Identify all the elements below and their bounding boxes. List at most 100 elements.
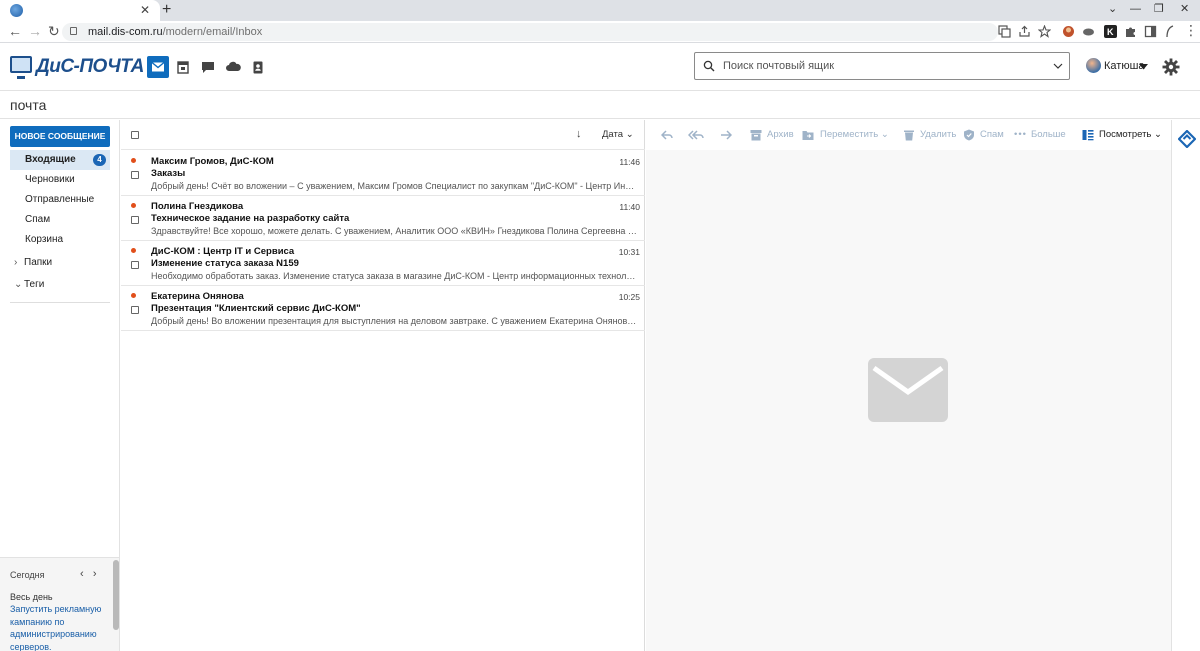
downloads-icon[interactable] — [1163, 25, 1176, 38]
sort-by-dropdown[interactable]: Дата ⌄ — [602, 129, 634, 140]
search-input[interactable] — [723, 57, 1043, 75]
delete-button[interactable]: Удалить — [920, 129, 956, 141]
tab-search-icon[interactable]: ⌄ — [1108, 2, 1117, 16]
chat-module-button[interactable] — [197, 56, 219, 78]
reply-all-icon[interactable] — [688, 129, 704, 141]
avatar[interactable] — [1086, 58, 1101, 73]
move-button[interactable]: Переместить ⌄ — [820, 129, 889, 141]
divider — [0, 118, 1200, 119]
sort-label: Дата — [602, 129, 624, 140]
forward-icon[interactable]: → — [28, 24, 42, 39]
view-layout-icon[interactable] — [1082, 129, 1094, 141]
message-subject: Изменение статуса заказа N159 — [151, 258, 299, 269]
message-subject: Заказы — [151, 168, 186, 179]
more-dots-icon[interactable]: ••• — [1014, 129, 1027, 141]
contacts-module-button[interactable] — [247, 56, 269, 78]
lock-icon — [70, 27, 77, 35]
svg-text:K: K — [1107, 27, 1114, 37]
message-subject: Техническое задание на разработку сайта — [151, 213, 350, 224]
reply-icon[interactable] — [661, 129, 673, 141]
cloud-module-button[interactable] — [222, 56, 244, 78]
extension-disk-icon[interactable] — [1082, 25, 1095, 38]
today-agenda-panel: Сегодня ‹ › Весь день Запустить рекламну… — [0, 557, 119, 651]
app-header: ДиС-ПОЧТА Катюша — [0, 44, 1200, 91]
sidebar-group-label: Папки — [24, 257, 53, 268]
prev-day-icon[interactable]: ‹ — [80, 568, 84, 580]
right-app-strip — [1171, 120, 1200, 651]
contacts-icon — [253, 61, 263, 74]
new-message-button[interactable]: НОВОЕ СООБЩЕНИЕ — [10, 126, 110, 147]
select-all-checkbox[interactable] — [131, 131, 139, 139]
view-dropdown[interactable]: Посмотреть ⌄ — [1099, 129, 1162, 141]
integration-app-icon[interactable] — [1178, 130, 1196, 148]
message-checkbox[interactable] — [131, 216, 139, 224]
minimize-icon[interactable]: — — [1130, 2, 1141, 16]
close-window-icon[interactable]: ✕ — [1180, 2, 1189, 16]
chevron-right-icon: › — [14, 257, 18, 268]
agenda-scrollbar[interactable] — [113, 560, 119, 630]
restore-icon[interactable]: ❐ — [1154, 2, 1164, 16]
message-list-header: ↓ Дата ⌄ — [121, 120, 645, 150]
agenda-event-link[interactable]: Запустить рекламную кампанию по админист… — [10, 603, 102, 651]
trash-icon[interactable] — [903, 129, 915, 141]
unread-dot-icon[interactable] — [131, 248, 136, 253]
chevron-down-icon[interactable] — [1053, 62, 1063, 70]
message-checkbox[interactable] — [131, 306, 139, 314]
message-row[interactable]: Полина Гнездикова 11:40 Техническое зада… — [121, 196, 645, 241]
message-checkbox[interactable] — [131, 171, 139, 179]
translate-icon[interactable] — [998, 25, 1011, 38]
message-sender: ДиС-КОМ : Центр IT и Сервиса — [151, 246, 295, 257]
mail-module-button[interactable] — [147, 56, 169, 78]
new-tab-icon[interactable]: + — [162, 1, 171, 19]
forward-icon[interactable] — [720, 129, 732, 141]
sidebar-item-label: Корзина — [25, 234, 64, 245]
browser-tab[interactable]: ✕ — [0, 0, 160, 21]
message-row[interactable]: Екатерина Онянова 10:25 Презентация "Кли… — [121, 286, 645, 331]
sidebar-item-trash[interactable]: Корзина — [10, 230, 110, 250]
spam-shield-icon[interactable] — [963, 129, 975, 141]
message-row[interactable]: ДиС-КОМ : Центр IT и Сервиса 10:31 Измен… — [121, 241, 645, 286]
extensions-puzzle-icon[interactable] — [1124, 25, 1137, 38]
sidebar-item-sent[interactable]: Отправленные — [10, 190, 110, 210]
mailbox-search[interactable] — [694, 52, 1070, 80]
archive-icon[interactable] — [750, 129, 762, 141]
share-icon[interactable] — [1018, 25, 1031, 38]
message-checkbox[interactable] — [131, 261, 139, 269]
back-icon[interactable]: ← — [8, 24, 22, 39]
bookmark-star-icon[interactable] — [1038, 25, 1051, 38]
sidebar-item-inbox[interactable]: Входящие 4 — [10, 150, 110, 170]
extension-k-icon[interactable]: K — [1104, 25, 1117, 38]
url-field[interactable]: mail.dis-com.ru/modern/email/Inbox — [62, 23, 998, 41]
search-icon — [703, 60, 715, 72]
sidebar-group-folders[interactable]: › Папки — [14, 256, 52, 270]
empty-mail-placeholder-icon — [868, 358, 948, 422]
more-button[interactable]: Больше — [1031, 129, 1066, 141]
calendar-module-button[interactable] — [172, 56, 194, 78]
message-preview: Здравствуйте! Все хорошо, можете делать.… — [151, 226, 639, 236]
message-sender: Полина Гнездикова — [151, 201, 244, 212]
unread-dot-icon[interactable] — [131, 158, 136, 163]
chevron-down-icon: ⌄ — [1154, 129, 1162, 140]
browser-menu-icon[interactable]: ⋮ — [1184, 23, 1198, 38]
reload-icon[interactable]: ↻ — [48, 24, 60, 39]
spam-button[interactable]: Спам — [980, 129, 1004, 141]
sidebar-group-tags[interactable]: ⌄ Теги — [14, 278, 44, 292]
move-button-label: Переместить — [820, 129, 879, 140]
message-row[interactable]: Максим Громов, ДиС-КОМ 11:46 Заказы Добр… — [121, 151, 645, 196]
sidebar-item-spam[interactable]: Спам — [10, 210, 110, 230]
side-panel-icon[interactable] — [1144, 25, 1157, 38]
move-folder-icon[interactable] — [802, 129, 814, 141]
settings-gear-icon[interactable] — [1162, 58, 1180, 76]
user-menu-caret-icon[interactable] — [1139, 64, 1148, 70]
unread-dot-icon[interactable] — [131, 293, 136, 298]
archive-button[interactable]: Архив — [767, 129, 794, 141]
extension-avatar-icon[interactable] — [1062, 25, 1075, 38]
view-button-label: Посмотреть — [1099, 129, 1152, 140]
sort-direction-icon[interactable]: ↓ — [576, 128, 582, 140]
next-day-icon[interactable]: › — [93, 568, 97, 580]
chevron-down-icon: ⌄ — [14, 279, 23, 290]
close-tab-icon[interactable]: ✕ — [140, 3, 150, 17]
sidebar-item-drafts[interactable]: Черновики — [10, 170, 110, 190]
unread-count-badge: 4 — [93, 154, 106, 166]
unread-dot-icon[interactable] — [131, 203, 136, 208]
